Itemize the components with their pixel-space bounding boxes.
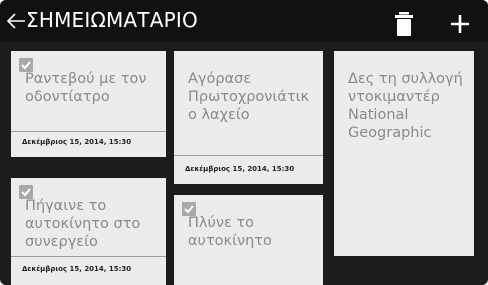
note-card[interactable]: Ραντεβού με τον οδοντίατρο Δεκέμβριος 15… [11,51,166,157]
note-card[interactable]: Αγόρασε Πρωτοχρονιάτικ ο λαχείο Δεκέμβρι… [174,51,323,184]
note-divider [11,256,166,257]
page-title: ΣΗΜΕΙΩΜΑΤΑΡΙΟ [26,8,198,32]
note-text: Δες τη συλλογή ντοκιμαντέρ National Geog… [348,71,463,141]
note-text: Ραντεβού με τον οδοντίατρο [25,71,147,105]
trash-icon[interactable] [395,12,413,36]
note-text: Πήγαινε το αυτοκίνητο στο συνεργείο [25,198,141,250]
arrow-left-icon[interactable] [5,11,27,31]
note-card[interactable]: Πλύνε το αυτοκίνητο [174,195,323,285]
note-date: Δεκέμβριος 15, 2014, 15:30 [22,138,132,146]
note-text: Πλύνε το αυτοκίνητο [188,215,272,249]
note-date: Δεκέμβριος 15, 2014, 15:30 [185,165,295,173]
note-divider [174,155,323,156]
app-bar: ΣΗΜΕΙΩΜΑΤΑΡΙΟ [0,0,488,42]
note-divider [11,131,166,132]
note-date: Δεκέμβριος 15, 2014, 15:30 [22,265,132,273]
app-window: ΣΗΜΕΙΩΜΑΤΑΡΙΟ Ραντεβού με τον οδοντίατρο… [0,0,488,285]
plus-icon[interactable] [450,14,470,34]
note-card[interactable]: Δες τη συλλογή ντοκιμαντέρ National Geog… [334,51,474,256]
note-text: Αγόρασε Πρωτοχρονιάτικ ο λαχείο [188,71,310,123]
note-card[interactable]: Πήγαινε το αυτοκίνητο στο συνεργείο Δεκέ… [11,178,166,285]
